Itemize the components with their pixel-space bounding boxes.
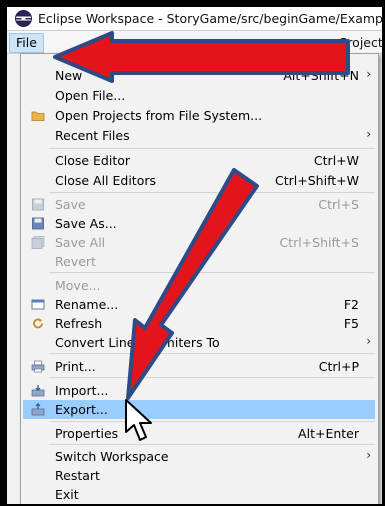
menu-item-recent-files[interactable]: Recent Files › [23,126,375,145]
save-icon [32,198,44,211]
file-menu-dropdown: New Alt+Shift+N › Open File... Open Proj… [20,53,379,504]
chevron-right-icon: › [366,334,371,348]
folder-icon [31,111,45,121]
chevron-right-icon: › [366,67,371,81]
export-icon [31,403,45,416]
menu-item-save-as[interactable]: Save As... [23,214,375,233]
menu-separator [49,148,375,149]
menu-file[interactable]: File [9,33,44,53]
menu-item-close-all-editors[interactable]: Close All Editors Ctrl+Shift+W [23,171,375,190]
menu-item-restart[interactable]: Restart [23,466,375,485]
menu-item-switch-workspace[interactable]: Switch Workspace › [23,447,375,466]
menu-item-export[interactable]: Export... [23,400,375,419]
menu-item-properties[interactable]: Properties Alt+Enter [23,424,375,443]
menu-item-save[interactable]: Save Ctrl+S [23,195,375,214]
menu-item-save-all[interactable]: Save All Ctrl+Shift+S [23,233,375,252]
menu-bar: File Project [7,31,382,54]
save-as-icon [32,217,44,230]
refresh-icon [33,318,43,329]
menu-item-convert-line-delimiters[interactable]: Convert Line Delimiters To › [23,333,375,352]
chevron-right-icon: › [366,448,371,462]
menu-separator [49,353,375,354]
title-bar: Eclipse Workspace - StoryGame/src/beginG… [7,7,382,31]
printer-icon [31,360,45,373]
menu-project[interactable]: Project [340,34,382,52]
menu-item-exit[interactable]: Exit [23,485,375,504]
mouse-cursor-icon [125,399,152,441]
menu-item-new[interactable]: New Alt+Shift+N › [23,66,375,85]
window-title: Eclipse Workspace - StoryGame/src/beginG… [38,11,382,26]
menu-item-move[interactable]: Move... [23,276,375,295]
eclipse-logo-icon [15,10,32,27]
menu-separator [49,444,375,445]
menu-item-open-file[interactable]: Open File... [23,86,375,105]
menu-item-import[interactable]: Import... [23,381,375,400]
menu-separator [49,192,375,193]
rename-icon [31,299,45,310]
save-all-icon [31,236,45,249]
menu-item-close-editor[interactable]: Close Editor Ctrl+W [23,151,375,170]
menu-separator [49,377,375,378]
chevron-right-icon: › [366,127,371,141]
import-icon [31,385,45,397]
menu-item-refresh[interactable]: Refresh F5 [23,314,375,333]
eclipse-window: Eclipse Workspace - StoryGame/src/beginG… [7,7,382,504]
menu-item-rename[interactable]: Rename... F2 [23,295,375,314]
menu-separator [49,421,375,422]
menu-separator [49,272,375,273]
menu-item-revert[interactable]: Revert [23,252,375,271]
menu-item-print[interactable]: Print... Ctrl+P [23,357,375,376]
menu-item-open-projects[interactable]: Open Projects from File System... [23,106,375,125]
